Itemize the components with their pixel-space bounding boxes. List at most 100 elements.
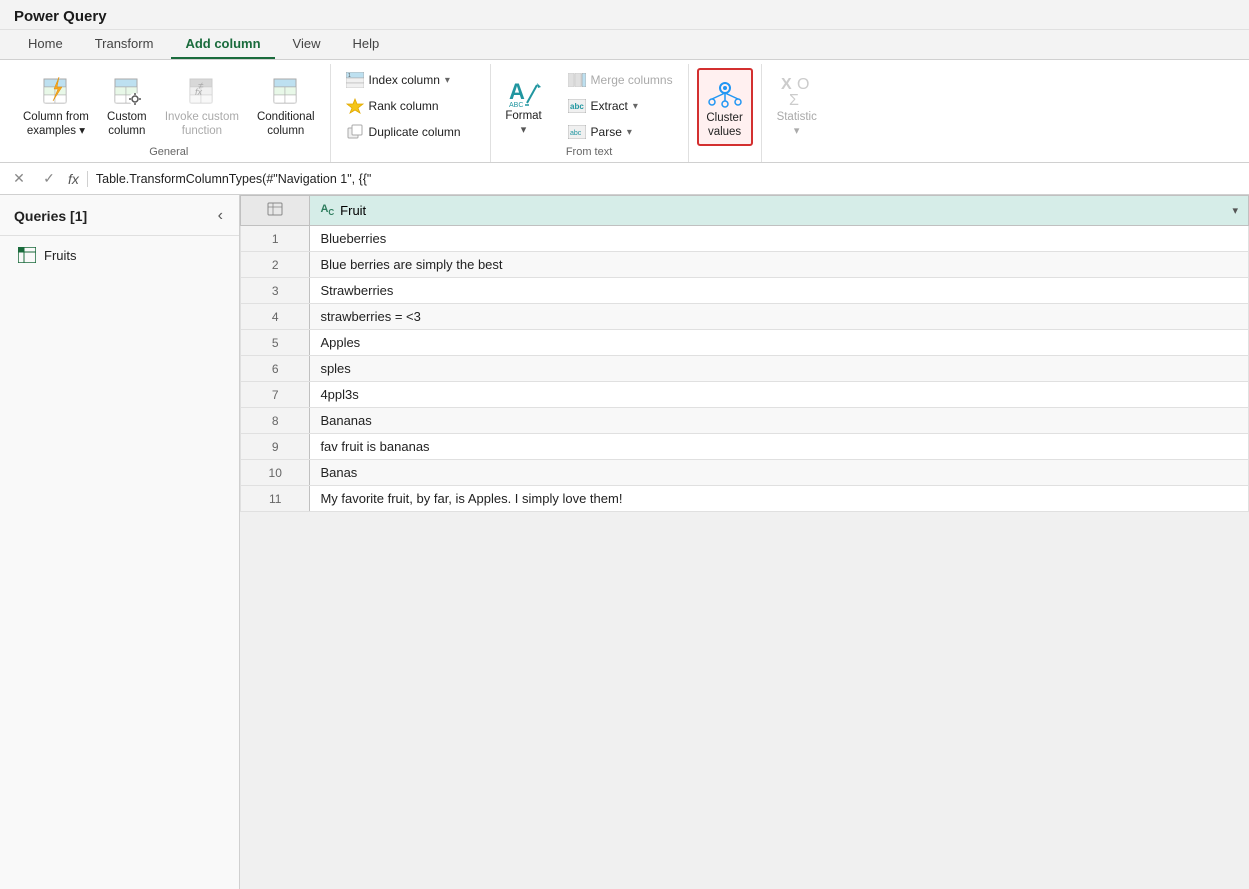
conditional-column-button[interactable]: Conditionalcolumn bbox=[250, 68, 322, 144]
cluster-values-button[interactable]: Clustervalues bbox=[697, 68, 753, 146]
table-row: 1Blueberries bbox=[241, 226, 1249, 252]
table-row: 74ppl3s bbox=[241, 382, 1249, 408]
row-num-cell: 3 bbox=[241, 278, 310, 304]
formula-fx-label: fx bbox=[68, 171, 88, 187]
queries-collapse-button[interactable]: ‹ bbox=[214, 205, 227, 227]
tab-home[interactable]: Home bbox=[14, 30, 77, 59]
fruit-col-dropdown[interactable]: ▾ bbox=[1232, 204, 1238, 217]
merge-columns-label: Merge columns bbox=[591, 73, 673, 87]
parse-label: Parse bbox=[591, 125, 622, 139]
queries-title: Queries [1] bbox=[14, 208, 87, 224]
from-text-small-stack: Merge columns abc Extract ▾ bbox=[561, 68, 680, 144]
ribbon-group-index: 1 2 3 Index column ▾ bbox=[331, 64, 491, 162]
ribbon-group-general-label: General bbox=[16, 144, 322, 162]
queries-header: Queries [1] ‹ bbox=[0, 195, 239, 236]
svg-text:abc: abc bbox=[570, 102, 584, 111]
ribbon-group-index-items: 1 2 3 Index column ▾ bbox=[339, 68, 482, 156]
fruit-col-type-icon: AC bbox=[320, 203, 334, 217]
extract-icon: abc bbox=[568, 97, 586, 115]
extract-button[interactable]: abc Extract ▾ bbox=[561, 94, 680, 118]
table-row: 2Blue berries are simply the best bbox=[241, 252, 1249, 278]
formula-bar: ✕ ✓ fx Table.TransformColumnTypes(#"Navi… bbox=[0, 163, 1249, 195]
svg-text:≠: ≠ bbox=[198, 81, 204, 92]
merge-columns-icon bbox=[568, 71, 586, 89]
svg-text:O: O bbox=[797, 76, 809, 93]
format-button[interactable]: A ABC 123 Format▾ bbox=[499, 69, 549, 143]
query-item-fruits[interactable]: Fruits bbox=[4, 238, 235, 272]
index-column-icon: 1 2 3 bbox=[346, 71, 364, 89]
parse-button[interactable]: abc Parse ▾ bbox=[561, 120, 680, 144]
fruit-cell: 4ppl3s bbox=[310, 382, 1249, 408]
table-row: 4strawberries = <3 bbox=[241, 304, 1249, 330]
table-row: 10Banas bbox=[241, 460, 1249, 486]
table-header-fruit[interactable]: AC Fruit ▾ bbox=[310, 196, 1249, 226]
row-num-cell: 11 bbox=[241, 486, 310, 512]
rank-column-icon bbox=[346, 97, 364, 115]
table-row: 11My favorite fruit, by far, is Apples. … bbox=[241, 486, 1249, 512]
ribbon-group-statistic-label bbox=[770, 156, 824, 162]
main-area: Queries [1] ‹ Fruits bbox=[0, 195, 1249, 889]
svg-text:ABC: ABC bbox=[509, 102, 523, 109]
parse-arrow: ▾ bbox=[627, 127, 632, 138]
formula-confirm-button[interactable]: ✓ bbox=[38, 168, 60, 190]
index-column-button[interactable]: 1 2 3 Index column ▾ bbox=[339, 68, 468, 92]
column-from-examples-label: Column fromexamples ▾ bbox=[23, 111, 89, 139]
title-bar: Power Query bbox=[0, 0, 1249, 30]
row-num-cell: 9 bbox=[241, 434, 310, 460]
fruit-cell: Blueberries bbox=[310, 226, 1249, 252]
data-area: AC Fruit ▾ 1Blueberries2Blue berries are… bbox=[240, 195, 1249, 889]
rank-column-button[interactable]: Rank column bbox=[339, 94, 468, 118]
tab-view[interactable]: View bbox=[279, 30, 335, 59]
queries-panel: Queries [1] ‹ Fruits bbox=[0, 195, 240, 889]
svg-text:abc: abc bbox=[570, 130, 582, 137]
invoke-custom-function-label: Invoke customfunction bbox=[165, 111, 239, 139]
row-num-cell: 7 bbox=[241, 382, 310, 408]
svg-text:A: A bbox=[509, 79, 525, 104]
custom-column-icon bbox=[107, 73, 147, 109]
ribbon-group-from-text-label: From text bbox=[499, 144, 680, 162]
row-num-cell: 2 bbox=[241, 252, 310, 278]
query-item-fruits-label: Fruits bbox=[44, 248, 77, 263]
statistic-button[interactable]: X O Σ Statistic▾ bbox=[770, 68, 824, 144]
duplicate-column-icon bbox=[346, 123, 364, 141]
ribbon-group-cluster-items: Clustervalues bbox=[697, 68, 753, 156]
fruit-cell: strawberries = <3 bbox=[310, 304, 1249, 330]
ribbon: Column fromexamples ▾ bbox=[0, 60, 1249, 163]
tab-help[interactable]: Help bbox=[339, 30, 394, 59]
cluster-values-icon bbox=[705, 74, 745, 110]
column-from-examples-icon bbox=[36, 73, 76, 109]
table-row: 8Bananas bbox=[241, 408, 1249, 434]
data-table-container[interactable]: AC Fruit ▾ 1Blueberries2Blue berries are… bbox=[240, 195, 1249, 889]
ribbon-group-statistic: X O Σ Statistic▾ bbox=[762, 64, 832, 162]
ribbon-group-index-label bbox=[339, 156, 482, 162]
ribbon-group-cluster: Clustervalues bbox=[689, 64, 762, 162]
formula-cancel-button[interactable]: ✕ bbox=[8, 168, 30, 190]
row-num-cell: 6 bbox=[241, 356, 310, 382]
format-label: Format▾ bbox=[505, 110, 541, 138]
svg-text:X: X bbox=[781, 76, 792, 93]
index-column-label: Index column bbox=[369, 73, 440, 87]
index-small-stack: 1 2 3 Index column ▾ bbox=[339, 68, 468, 144]
column-from-examples-button[interactable]: Column fromexamples ▾ bbox=[16, 68, 96, 144]
ribbon-group-from-text: A ABC 123 Format▾ bbox=[491, 64, 689, 162]
tab-transform[interactable]: Transform bbox=[81, 30, 168, 59]
statistic-label: Statistic▾ bbox=[777, 111, 817, 139]
duplicate-column-button[interactable]: Duplicate column bbox=[339, 120, 468, 144]
invoke-custom-function-icon: fx ≠ bbox=[182, 73, 222, 109]
tab-add-column[interactable]: Add column bbox=[171, 30, 274, 59]
merge-columns-button[interactable]: Merge columns bbox=[561, 68, 680, 92]
conditional-column-icon bbox=[266, 73, 306, 109]
fruit-cell: Banas bbox=[310, 460, 1249, 486]
fruit-cell: Bananas bbox=[310, 408, 1249, 434]
custom-column-button[interactable]: Customcolumn bbox=[100, 68, 154, 144]
row-num-cell: 5 bbox=[241, 330, 310, 356]
tab-bar: Home Transform Add column View Help bbox=[0, 30, 1249, 60]
row-num-cell: 8 bbox=[241, 408, 310, 434]
table-body: 1Blueberries2Blue berries are simply the… bbox=[241, 226, 1249, 512]
row-num-cell: 10 bbox=[241, 460, 310, 486]
invoke-custom-function-button[interactable]: fx ≠ Invoke customfunction bbox=[158, 68, 246, 144]
rank-column-label: Rank column bbox=[369, 99, 439, 113]
query-item-fruits-icon bbox=[18, 246, 36, 264]
from-text-items: A ABC 123 Format▾ bbox=[499, 68, 680, 144]
statistic-icon: X O Σ bbox=[777, 73, 817, 109]
